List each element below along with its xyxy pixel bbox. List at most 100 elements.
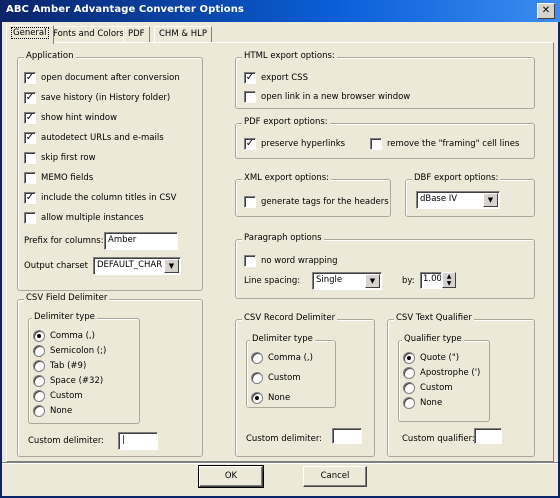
ok-label: OK bbox=[224, 471, 238, 481]
xml-export-group: XML export options: generate tags for th… bbox=[235, 173, 391, 217]
radio-button[interactable] bbox=[251, 371, 263, 384]
radio-qualifier-none[interactable]: None bbox=[403, 396, 442, 409]
radio-button[interactable] bbox=[251, 391, 263, 404]
tab-label: General bbox=[11, 27, 49, 39]
option-new-browser-window[interactable]: open link in a new browser window bbox=[244, 90, 410, 103]
checkbox[interactable]: ✓ bbox=[244, 137, 256, 150]
close-button[interactable]: ✕ bbox=[537, 3, 555, 19]
group-title: Application bbox=[24, 51, 76, 61]
checkbox[interactable] bbox=[244, 90, 256, 103]
custom-record-delimiter-label: Custom delimiter: bbox=[246, 434, 323, 444]
tab-chm-hlp[interactable]: CHM & HLP bbox=[154, 26, 212, 43]
option-label: MEMO fields bbox=[41, 172, 94, 183]
option-multiple-instances[interactable]: allow multiple instances bbox=[24, 211, 144, 224]
option-open-document[interactable]: ✓ open document after conversion bbox=[24, 71, 180, 84]
checkbox[interactable] bbox=[24, 171, 36, 184]
checkbox[interactable] bbox=[244, 195, 256, 208]
option-label: allow multiple instances bbox=[41, 212, 144, 223]
record-delimiter-type-group: Delimiter type Comma (,) Custom None bbox=[246, 334, 336, 408]
radio-comma[interactable]: Comma (,) bbox=[33, 329, 95, 342]
radio-semicolon[interactable]: Semicolon (;) bbox=[33, 344, 106, 357]
radio-button[interactable] bbox=[403, 351, 415, 364]
option-generate-header-tags[interactable]: generate tags for the headers bbox=[244, 195, 389, 208]
option-no-word-wrapping[interactable]: no word wrapping bbox=[244, 254, 337, 267]
option-label: Custom bbox=[268, 372, 301, 383]
option-label: Semicolon (;) bbox=[50, 345, 107, 356]
title-bar[interactable]: ABC Amber Advantage Converter Options ✕ bbox=[0, 0, 560, 22]
option-skip-first-row[interactable]: skip first row bbox=[24, 151, 96, 164]
prefix-label: Prefix for columns: bbox=[24, 236, 104, 246]
checkbox[interactable]: ✓ bbox=[24, 91, 36, 104]
radio-button[interactable] bbox=[33, 389, 45, 402]
charset-select[interactable]: DEFAULT_CHAR ▼ bbox=[93, 257, 181, 275]
option-remove-framing-lines[interactable]: remove the "framing" cell lines bbox=[370, 137, 519, 150]
checkbox[interactable]: ✓ bbox=[24, 131, 36, 144]
radio-button[interactable] bbox=[33, 374, 45, 387]
pdf-export-group: PDF export options: ✓ preserve hyperlinks… bbox=[235, 117, 535, 159]
option-include-column-titles[interactable]: ✓ include the column titles in CSV bbox=[24, 191, 177, 204]
checkbox[interactable] bbox=[24, 211, 36, 224]
ok-button[interactable]: OK bbox=[198, 465, 264, 488]
cancel-button[interactable]: Cancel bbox=[303, 466, 367, 487]
option-memo-fields[interactable]: MEMO fields bbox=[24, 171, 93, 184]
radio-record-comma[interactable]: Comma (,) bbox=[251, 351, 313, 364]
radio-quote[interactable]: Quote (") bbox=[403, 351, 459, 364]
radio-button[interactable] bbox=[33, 404, 45, 417]
tab-label: Fonts and Colors bbox=[53, 29, 124, 39]
prefix-input[interactable]: Amber bbox=[104, 232, 178, 250]
csv-record-delimiter-group: CSV Record Delimiter Delimiter type Comm… bbox=[235, 313, 375, 457]
group-title: CSV Text Qualifier bbox=[394, 313, 474, 323]
custom-record-delimiter-input[interactable] bbox=[332, 428, 362, 444]
dbf-version-select[interactable]: dBase IV ▼ bbox=[416, 191, 500, 209]
radio-qualifier-custom[interactable]: Custom bbox=[403, 381, 453, 394]
chevron-down-icon[interactable]: ▼ bbox=[483, 193, 498, 207]
option-label: Tab (#9) bbox=[50, 360, 87, 371]
checkbox[interactable] bbox=[24, 151, 36, 164]
checkbox[interactable] bbox=[244, 254, 256, 267]
chevron-down-icon[interactable]: ▼ bbox=[164, 259, 179, 273]
option-preserve-hyperlinks[interactable]: ✓ preserve hyperlinks bbox=[244, 137, 345, 150]
radio-apostrophe[interactable]: Apostrophe (') bbox=[403, 366, 480, 379]
checkbox[interactable]: ✓ bbox=[24, 111, 36, 124]
custom-delimiter-input[interactable]: | bbox=[118, 432, 158, 450]
option-show-hint[interactable]: ✓ show hint window bbox=[24, 111, 117, 124]
checkbox[interactable]: ✓ bbox=[244, 71, 256, 84]
group-title: HTML export options: bbox=[242, 51, 337, 61]
radio-button[interactable] bbox=[251, 351, 263, 364]
option-label: include the column titles in CSV bbox=[41, 192, 177, 203]
spin-arrows-icon[interactable]: ▲ ▼ bbox=[442, 272, 456, 288]
radio-record-none[interactable]: None bbox=[251, 391, 290, 404]
tab-label: CHM & HLP bbox=[159, 29, 207, 39]
custom-qualifier-input[interactable] bbox=[474, 428, 502, 444]
line-spacing-label: Line spacing: bbox=[244, 276, 301, 286]
checkbox[interactable] bbox=[370, 137, 382, 150]
tab-general[interactable]: General bbox=[6, 25, 54, 44]
spacing-by-input[interactable]: 1.00 bbox=[420, 272, 442, 289]
option-export-css[interactable]: ✓ export CSS bbox=[244, 71, 308, 84]
radio-none[interactable]: None bbox=[33, 404, 72, 417]
radio-custom[interactable]: Custom bbox=[33, 389, 83, 402]
charset-value: DEFAULT_CHAR bbox=[97, 260, 163, 270]
radio-button[interactable] bbox=[403, 366, 415, 379]
radio-button[interactable] bbox=[33, 344, 45, 357]
checkbox[interactable]: ✓ bbox=[24, 191, 36, 204]
option-save-history[interactable]: ✓ save history (in History folder) bbox=[24, 91, 170, 104]
radio-space[interactable]: Space (#32) bbox=[33, 374, 103, 387]
radio-button[interactable] bbox=[403, 396, 415, 409]
radio-button[interactable] bbox=[33, 329, 45, 342]
radio-tab[interactable]: Tab (#9) bbox=[33, 359, 86, 372]
option-autodetect-urls[interactable]: ✓ autodetect URLs and e-mails bbox=[24, 131, 164, 144]
tab-fonts-colors[interactable]: Fonts and Colors bbox=[48, 26, 129, 43]
checkbox[interactable]: ✓ bbox=[24, 71, 36, 84]
option-label: None bbox=[50, 405, 73, 416]
line-spacing-select[interactable]: Single ▼ bbox=[312, 272, 382, 290]
option-label: Comma (,) bbox=[268, 352, 313, 363]
option-label: Apostrophe (') bbox=[420, 367, 481, 378]
custom-delimiter-label: Custom delimiter: bbox=[28, 436, 105, 446]
tab-pdf[interactable]: PDF bbox=[123, 26, 150, 43]
chevron-down-icon[interactable]: ▼ bbox=[365, 274, 380, 288]
radio-record-custom[interactable]: Custom bbox=[251, 371, 301, 384]
option-label: open link in a new browser window bbox=[261, 91, 411, 102]
radio-button[interactable] bbox=[33, 359, 45, 372]
radio-button[interactable] bbox=[403, 381, 415, 394]
